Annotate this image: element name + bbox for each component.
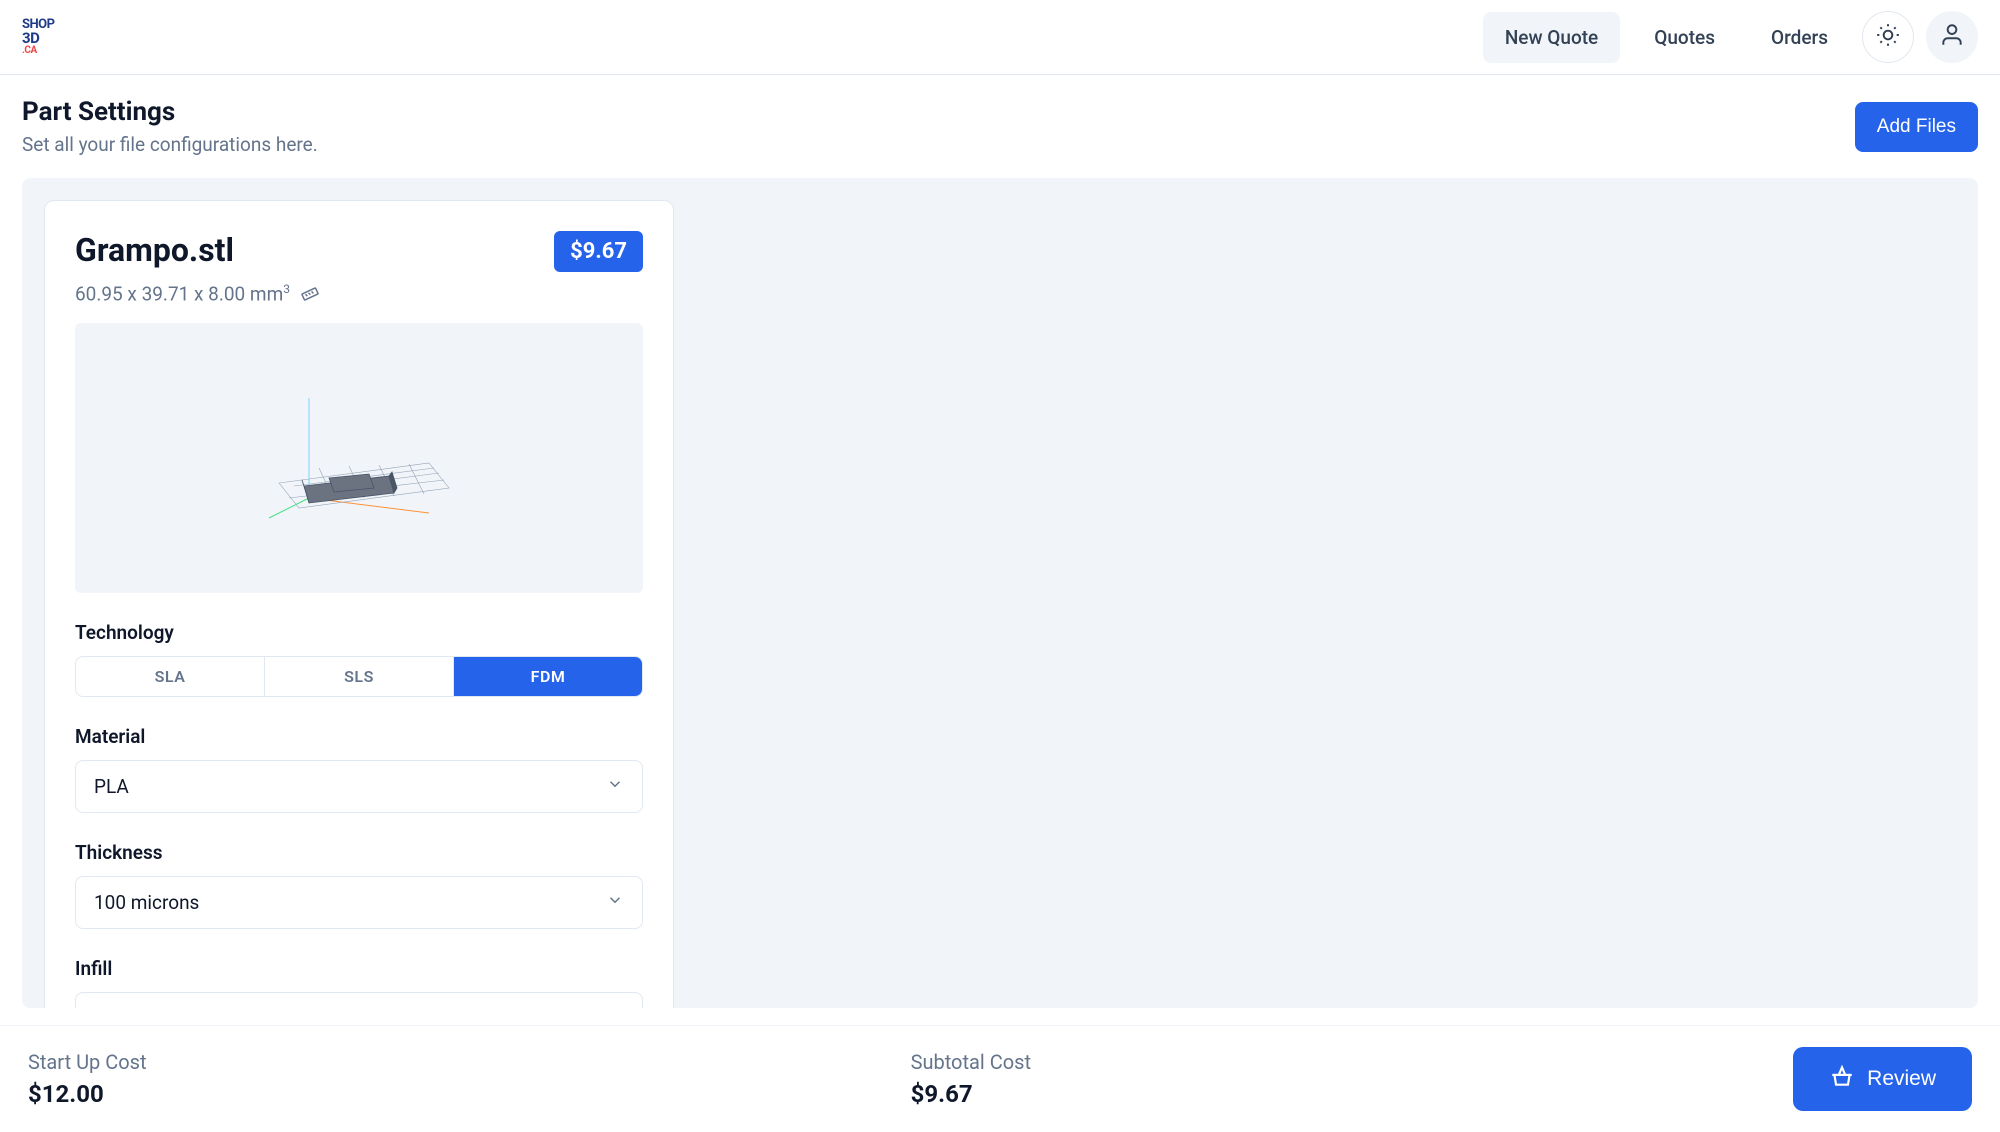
nav-new-quote[interactable]: New Quote xyxy=(1483,12,1620,63)
thickness-value: 100 microns xyxy=(94,891,199,914)
thickness-select[interactable]: 100 microns xyxy=(75,876,643,929)
startup-cost-block: Start Up Cost $12.00 xyxy=(28,1050,147,1108)
technology-option-sls[interactable]: SLS xyxy=(265,657,454,696)
file-name: Grampo.stl xyxy=(75,231,234,269)
review-button-label: Review xyxy=(1867,1067,1936,1091)
technology-option-fdm[interactable]: FDM xyxy=(454,657,642,696)
part-price-badge: $9.67 xyxy=(554,231,643,272)
page-header: Part Settings Set all your file configur… xyxy=(0,75,2000,178)
review-button[interactable]: Review xyxy=(1793,1047,1972,1111)
ruler-icon xyxy=(300,284,320,304)
infill-select[interactable]: 20% xyxy=(75,992,643,1008)
subtotal-cost-block: Subtotal Cost $9.67 xyxy=(911,1050,1031,1108)
add-files-button[interactable]: Add Files xyxy=(1855,102,1978,152)
part-card: Grampo.stl $9.67 60.95 x 39.71 x 8.00 mm… xyxy=(44,200,674,1008)
page-subtitle: Set all your file configurations here. xyxy=(22,133,318,156)
thickness-label: Thickness xyxy=(75,841,643,864)
infill-label: Infill xyxy=(75,957,643,980)
basket-icon xyxy=(1829,1063,1855,1095)
user-icon xyxy=(1939,22,1965,52)
chevron-down-icon xyxy=(606,775,624,798)
logo-text-mid: 3D xyxy=(22,31,39,45)
chevron-down-icon xyxy=(606,891,624,914)
technology-label: Technology xyxy=(75,621,643,644)
header-nav: New Quote Quotes Orders xyxy=(1483,11,1978,63)
material-label: Material xyxy=(75,725,643,748)
model-render-icon xyxy=(229,368,489,548)
user-profile-button[interactable] xyxy=(1926,11,1978,63)
technology-segmented: SLA SLS FDM xyxy=(75,656,643,697)
page-title: Part Settings xyxy=(22,97,318,127)
parts-container: Grampo.stl $9.67 60.95 x 39.71 x 8.00 mm… xyxy=(22,178,1978,1008)
logo-text-bot: .CA xyxy=(22,46,37,56)
startup-cost-label: Start Up Cost xyxy=(28,1050,147,1074)
subtotal-cost-value: $9.67 xyxy=(911,1080,1031,1108)
model-preview[interactable] xyxy=(75,323,643,593)
theme-toggle-button[interactable] xyxy=(1862,11,1914,63)
nav-orders[interactable]: Orders xyxy=(1749,12,1850,63)
app-header: SHOP 3D .CA New Quote Quotes Orders xyxy=(0,0,2000,75)
material-value: PLA xyxy=(94,775,129,798)
startup-cost-value: $12.00 xyxy=(28,1080,147,1108)
brand-logo[interactable]: SHOP 3D .CA xyxy=(22,15,66,59)
chevron-down-icon xyxy=(606,1007,624,1008)
technology-option-sla[interactable]: SLA xyxy=(76,657,265,696)
subtotal-cost-label: Subtotal Cost xyxy=(911,1050,1031,1074)
material-select[interactable]: PLA xyxy=(75,760,643,813)
dimensions-row: 60.95 x 39.71 x 8.00 mm3 xyxy=(75,282,643,305)
dimensions-text: 60.95 x 39.71 x 8.00 mm3 xyxy=(75,282,290,305)
footer-bar: Start Up Cost $12.00 Subtotal Cost $9.67… xyxy=(0,1025,2000,1132)
infill-value: 20% xyxy=(94,1007,129,1008)
nav-quotes[interactable]: Quotes xyxy=(1632,12,1737,63)
sun-icon xyxy=(1875,22,1901,52)
